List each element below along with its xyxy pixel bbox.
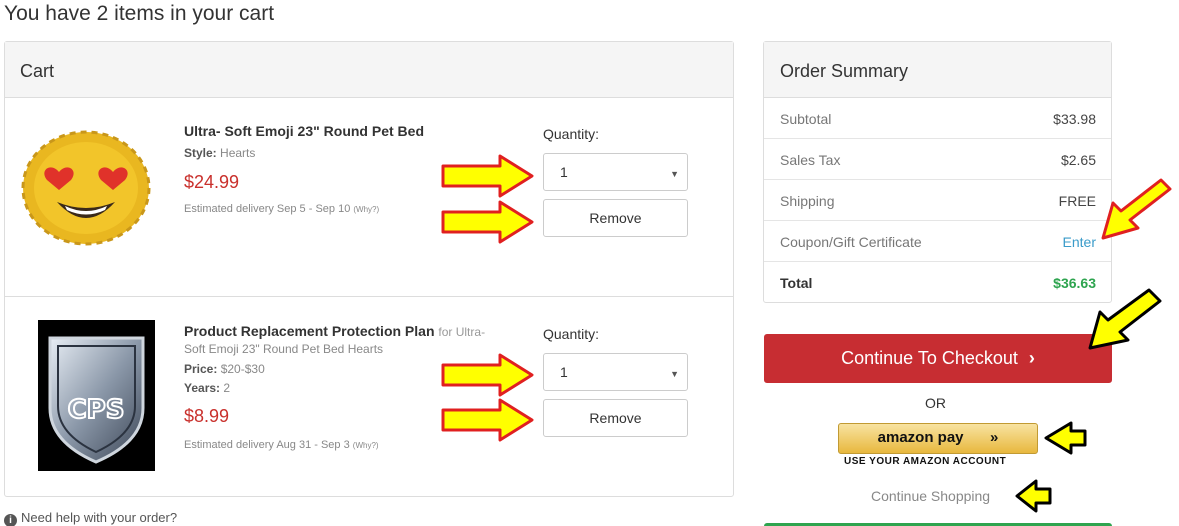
- arrow-down-left-icon: [1101, 178, 1172, 240]
- arrow-right-icon: [441, 200, 534, 244]
- arrow-right-icon: [441, 353, 534, 397]
- arrow-down-left-icon: [1088, 288, 1162, 350]
- arrow-right-icon: [441, 398, 534, 442]
- arrow-right-icon: [441, 154, 534, 198]
- arrow-left-icon: [1015, 479, 1052, 513]
- annotation-overlay: [441, 154, 1172, 513]
- arrow-left-icon: [1044, 421, 1087, 455]
